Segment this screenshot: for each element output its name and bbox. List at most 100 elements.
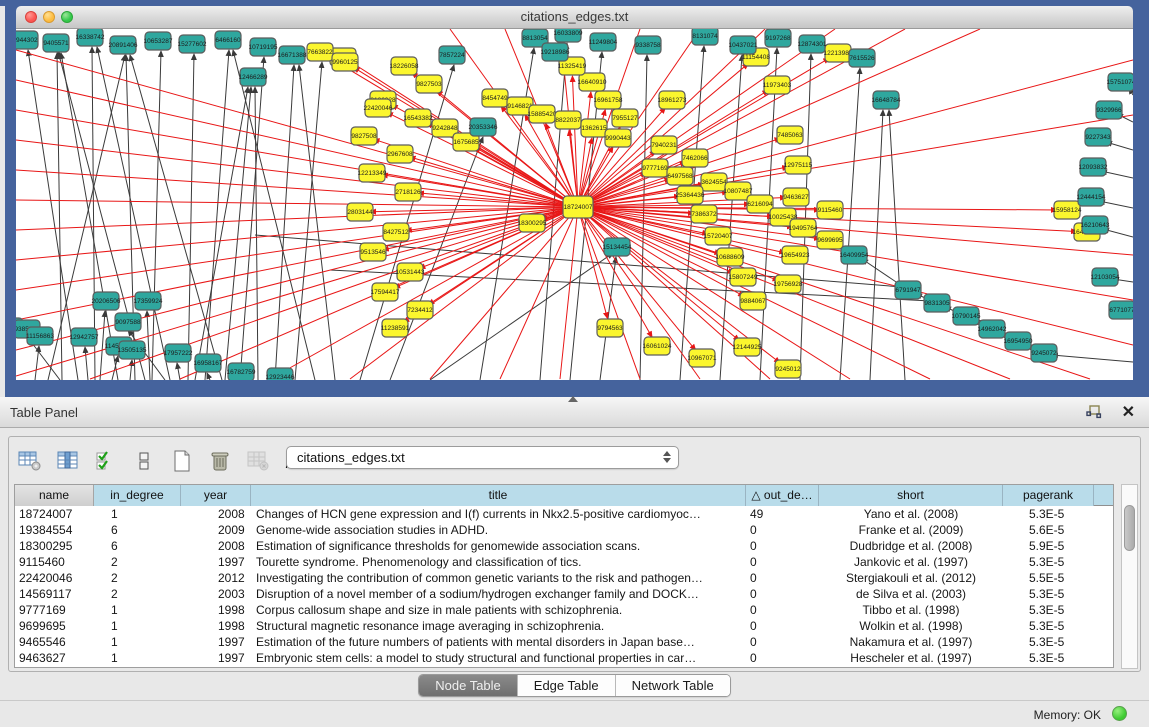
column-header-title[interactable]: title — [251, 485, 746, 506]
column-header-out_de[interactable]: △ out_de… — [746, 485, 819, 506]
graph-node-label: 15958124 — [1053, 207, 1082, 214]
red-edge[interactable] — [16, 140, 578, 207]
table-row[interactable]: 1872400712008Changes of HCN gene express… — [15, 506, 1113, 522]
black-edge[interactable] — [889, 110, 905, 380]
graph-node-label: 12942757 — [70, 334, 99, 341]
graph-node-label: 19654923 — [781, 252, 810, 259]
table-cell: 2008 — [181, 538, 251, 554]
tab-node-table[interactable]: Node Table — [419, 675, 518, 696]
black-edge[interactable] — [240, 57, 264, 380]
table-cell: Tourette syndrome. Phenomenology and cla… — [251, 554, 746, 570]
new-table-icon[interactable] — [169, 448, 195, 474]
table-row[interactable]: 946554611997Estimation of the future num… — [15, 634, 1113, 650]
red-edge[interactable] — [270, 207, 578, 379]
tab-network-table[interactable]: Network Table — [616, 675, 730, 696]
close-panel-icon[interactable]: ✕ — [1122, 402, 1135, 422]
black-edge[interactable] — [188, 54, 194, 380]
graph-node-label: 19756928 — [774, 281, 803, 288]
memory-status-label: Memory: OK — [1034, 708, 1101, 722]
black-edge[interactable] — [130, 360, 132, 380]
table-cell: 9115460 — [15, 554, 94, 570]
table-row[interactable]: 1456911722003Disruption of a novel membe… — [15, 586, 1113, 602]
column-header-name[interactable]: name — [15, 485, 94, 506]
graph-node-label: 9831305 — [924, 300, 950, 307]
table-cell: 14569117 — [15, 586, 94, 602]
graph-node-label: 12923446 — [266, 374, 295, 380]
graph-node-label: 17594417 — [371, 289, 400, 296]
black-edge[interactable] — [205, 50, 229, 380]
red-edge[interactable] — [572, 76, 578, 207]
citation-network-graph[interactable]: 8912954182260589827503818632816543382982… — [16, 29, 1133, 380]
graph-node-label: 16782759 — [227, 369, 256, 376]
network-canvas[interactable]: 8912954182260589827503818632816543382982… — [16, 29, 1133, 380]
table-row[interactable]: 969969511998Structural magnetic resonanc… — [15, 618, 1113, 634]
table-row[interactable]: 2242004622012Investigating the contribut… — [15, 570, 1113, 586]
black-edge[interactable] — [177, 363, 180, 380]
graph-node-label: 19495764 — [789, 225, 818, 232]
table-cell: 9699695 — [15, 618, 94, 634]
column-header-pagerank[interactable]: pagerank — [1003, 485, 1094, 506]
table-select-dropdown[interactable]: citations_edges.txt — [286, 446, 679, 469]
column-header-year[interactable]: year — [181, 485, 251, 506]
red-edge[interactable] — [578, 60, 1133, 207]
row-height-icon[interactable] — [131, 448, 157, 474]
tab-edge-table[interactable]: Edge Table — [518, 675, 616, 696]
graph-node-label: 22420046 — [364, 105, 393, 112]
status-bar: Memory: OK — [0, 700, 1149, 727]
table-row[interactable]: 946362711997Embryonic stem cells: a mode… — [15, 650, 1113, 666]
table-cell: Tibbo et al. (1998) — [819, 602, 1003, 618]
table-row[interactable]: 1830029562008Estimation of significance … — [15, 538, 1113, 554]
network-window-title: citations_edges.txt — [16, 9, 1133, 24]
table-cell: 2009 — [181, 522, 251, 538]
network-window-titlebar[interactable]: citations_edges.txt — [16, 6, 1133, 29]
column-header-in_degree[interactable]: in_degree — [94, 485, 181, 506]
select-rows-check-icon[interactable] — [93, 448, 119, 474]
graph-node-label: 10719195 — [249, 44, 278, 51]
black-edge[interactable] — [207, 373, 210, 380]
pane-divider-handle[interactable] — [568, 396, 578, 402]
table-cell: 5.3E-5 — [1003, 634, 1094, 650]
column-header-short[interactable]: short — [819, 485, 1003, 506]
black-edge[interactable] — [295, 62, 322, 380]
table-settings-icon[interactable] — [17, 448, 43, 474]
table-cell: 2 — [94, 570, 181, 586]
graph-node-label: 8822037 — [555, 117, 581, 124]
red-edge[interactable] — [16, 207, 578, 290]
black-edge[interactable] — [840, 68, 860, 380]
table-cell: 1 — [94, 506, 181, 522]
black-edge[interactable] — [299, 65, 335, 380]
black-edge[interactable] — [85, 347, 88, 380]
graph-node-label: 10807487 — [724, 188, 753, 195]
black-edge[interactable] — [1052, 355, 1133, 362]
table-cell: 0 — [746, 634, 819, 650]
table-cell: Hescheler et al. (1997) — [819, 650, 1003, 666]
graph-node-label: 11249804 — [589, 39, 618, 46]
table-cell: 6 — [94, 538, 181, 554]
table-cell: 0 — [746, 554, 819, 570]
graph-node-label: 8427512 — [383, 229, 409, 236]
table-row[interactable]: 911546021997Tourette syndrome. Phenomeno… — [15, 554, 1113, 570]
graph-node-label: 16671388 — [278, 52, 307, 59]
red-edge[interactable] — [560, 207, 578, 379]
delete-table-icon[interactable] — [207, 448, 233, 474]
scrollbar-thumb[interactable] — [1124, 505, 1135, 551]
graph-node-label: 15807249 — [729, 274, 758, 281]
black-edge[interactable] — [390, 137, 483, 380]
black-edge[interactable] — [225, 87, 251, 380]
table-cell: 1997 — [181, 554, 251, 570]
black-edge[interactable] — [255, 87, 258, 380]
black-edge[interactable] — [147, 311, 150, 380]
table-cell: Genome-wide association studies in ADHD. — [251, 522, 746, 538]
graph-node-label: 20353346 — [469, 124, 498, 131]
table-vertical-scrollbar[interactable] — [1121, 484, 1138, 669]
table-row[interactable]: 1938455462009Genome-wide association stu… — [15, 522, 1113, 538]
float-panel-icon[interactable] — [1085, 404, 1103, 420]
graph-node-label: 1362615 — [581, 125, 607, 132]
black-edge[interactable] — [800, 54, 811, 380]
table-column-icon[interactable] — [55, 448, 81, 474]
black-edge[interactable] — [275, 65, 294, 380]
memory-status-indicator[interactable] — [1112, 706, 1127, 721]
red-edge[interactable] — [16, 207, 578, 260]
black-edge[interactable] — [870, 110, 883, 380]
table-row[interactable]: 977716911998Corpus callosum shape and si… — [15, 602, 1113, 618]
